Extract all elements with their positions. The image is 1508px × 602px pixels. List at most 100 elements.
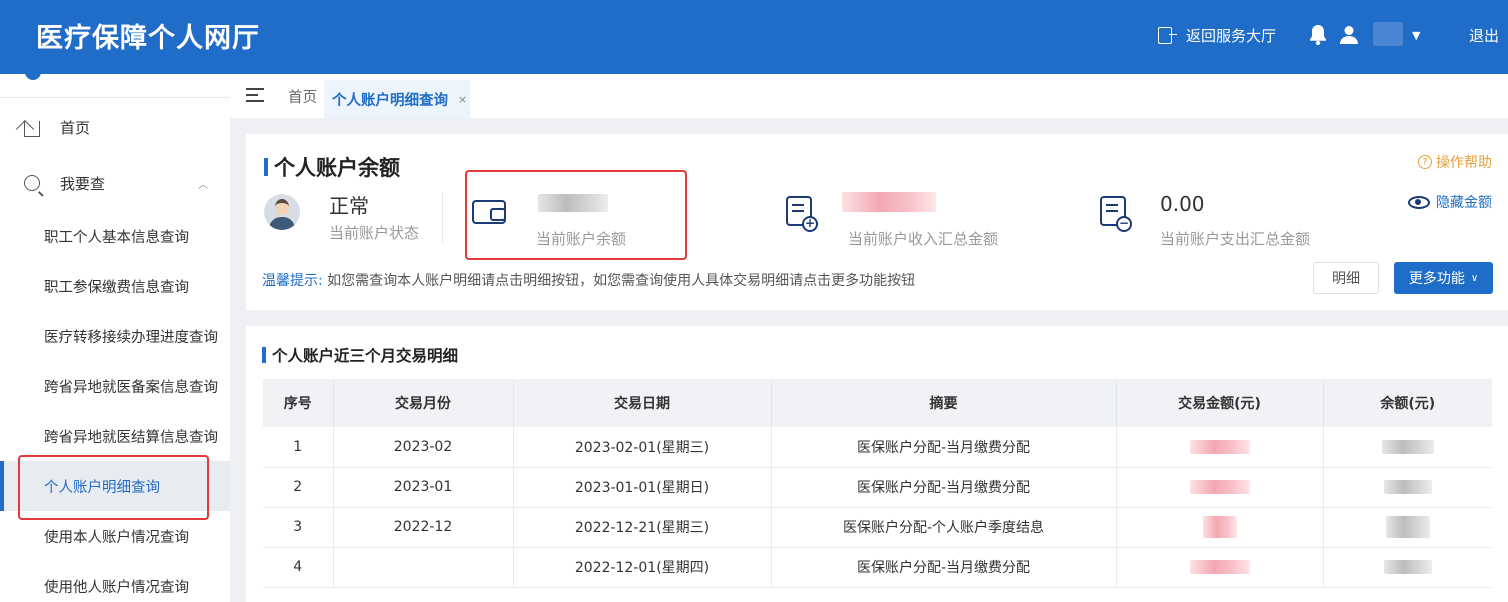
- cell-amount: [1116, 507, 1324, 548]
- more-functions-button[interactable]: 更多功能 ∨: [1394, 262, 1493, 294]
- cell-amount: [1116, 547, 1324, 588]
- cell-summary: 医保账户分配-当月缴费分配: [771, 547, 1117, 588]
- sidebar-item-remote-settlement[interactable]: 跨省异地就医结算信息查询: [0, 411, 230, 461]
- sidebar-item-transfer-progress[interactable]: 医疗转移接续办理进度查询: [0, 311, 230, 361]
- balance-section-title: 个人账户余额: [264, 152, 400, 182]
- column-header: 交易金额(元): [1116, 379, 1324, 427]
- sidebar-item-remote-filing[interactable]: 跨省异地就医备案信息查询: [0, 361, 230, 411]
- tab-bar: 首页 个人账户明细查询 ×: [230, 74, 1508, 118]
- cell-summary: 医保账户分配-当月缴费分配: [771, 467, 1117, 508]
- sidebar-item-home[interactable]: 首页: [0, 102, 230, 152]
- active-indicator: [0, 461, 4, 511]
- transactions-table: 序号 交易月份 交易日期 摘要 交易金额(元) 余额(元) 1 2023-02 …: [263, 379, 1492, 588]
- income-total-label: 当前账户收入汇总金额: [848, 230, 999, 248]
- column-header: 交易月份: [333, 379, 514, 427]
- cell-balance: [1323, 427, 1492, 468]
- cell-no: 1: [263, 427, 334, 468]
- exit-door-icon: [1158, 26, 1177, 44]
- table-row: 1 2023-02 2023-02-01(星期三) 医保账户分配-当月缴费分配: [263, 427, 1492, 468]
- cell-no: 4: [263, 547, 334, 588]
- transactions-card: 个人账户近三个月交易明细 序号 交易月份 交易日期 摘要 交易金额(元) 余额(…: [246, 326, 1508, 602]
- cell-date: 2023-01-01(星期日): [513, 467, 772, 508]
- sidebar-top-strip: [0, 74, 230, 98]
- back-to-hall-link[interactable]: 返回服务大厅: [1158, 0, 1276, 70]
- amount-blurred: [1189, 560, 1250, 574]
- expense-document-icon: −: [1100, 196, 1132, 232]
- cell-month: [333, 547, 514, 588]
- chevron-up-icon: ︿: [198, 179, 208, 191]
- column-header: 摘要: [771, 379, 1117, 427]
- sidebar-item-employee-payment-info[interactable]: 职工参保缴费信息查询: [0, 261, 230, 311]
- table-header-row: 序号 交易月份 交易日期 摘要 交易金额(元) 余额(元): [263, 379, 1492, 427]
- balance-blurred: [1381, 439, 1434, 454]
- user-menu-caret-icon[interactable]: ▼: [1412, 0, 1420, 70]
- search-icon: [24, 175, 40, 191]
- table-row: 3 2022-12 2022-12-21(星期三) 医保账户分配-个人账户季度结…: [263, 507, 1492, 548]
- top-header: 医疗保障个人网厅 返回服务大厅 ▼ 退出: [0, 0, 1508, 74]
- transactions-section-title: 个人账户近三个月交易明细: [262, 344, 458, 366]
- table-row: 2 2023-01 2023-01-01(星期日) 医保账户分配-当月缴费分配: [263, 467, 1492, 508]
- sidebar-group-query[interactable]: 我要查 ︿: [0, 158, 230, 208]
- question-icon: ?: [1418, 155, 1432, 169]
- column-header: 余额(元): [1323, 379, 1492, 427]
- column-header: 序号: [263, 379, 334, 427]
- tab-label: 个人账户明细查询: [332, 92, 448, 109]
- tip-label: 温馨提示:: [262, 273, 323, 289]
- income-document-icon: +: [786, 196, 818, 232]
- cell-date: 2023-02-01(星期三): [513, 427, 772, 468]
- menu-collapse-icon[interactable]: [246, 88, 264, 102]
- income-value-blurred: [842, 192, 936, 212]
- balance-blurred: [1383, 480, 1432, 494]
- bell-icon[interactable]: [1308, 0, 1328, 70]
- sidebar: 首页 我要查 ︿ 职工个人基本信息查询 职工参保缴费信息查询 医疗转移接续办理进…: [0, 74, 230, 602]
- expense-total-value: 0.00: [1160, 192, 1205, 216]
- balance-blurred: [1383, 560, 1432, 574]
- avatar: [264, 194, 300, 230]
- cell-no: 2: [263, 467, 334, 508]
- amount-blurred: [1202, 516, 1237, 538]
- tip-content: 如您需查询本人账户明细请点击明细按钮，如您需查询使用人具体交易明细请点击更多功能…: [327, 273, 916, 289]
- cell-balance: [1323, 467, 1492, 508]
- help-link[interactable]: ? 操作帮助: [1418, 152, 1492, 172]
- detail-button[interactable]: 明细: [1313, 262, 1379, 294]
- tab-home[interactable]: 首页: [288, 86, 317, 107]
- hide-amount-link[interactable]: 隐藏金额: [1408, 192, 1492, 212]
- sidebar-item-others-account-usage[interactable]: 使用他人账户情况查询: [0, 561, 230, 602]
- column-header: 交易日期: [513, 379, 772, 427]
- highlight-box-sidebar: [18, 455, 209, 520]
- cell-month: 2022-12: [333, 507, 514, 548]
- table-row: 4 2022-12-01(星期四) 医保账户分配-当月缴费分配: [263, 547, 1492, 588]
- eye-icon: [1408, 195, 1430, 209]
- username-blurred[interactable]: [1373, 22, 1403, 46]
- cell-date: 2022-12-01(星期四): [513, 547, 772, 588]
- cell-summary: 医保账户分配-当月缴费分配: [771, 427, 1117, 468]
- cell-amount: [1116, 467, 1324, 508]
- highlight-box-balance: [465, 170, 687, 260]
- cell-no: 3: [263, 507, 334, 548]
- account-status-label: 当前账户状态: [329, 224, 420, 242]
- minus-icon: −: [1116, 216, 1132, 232]
- tip-text: 温馨提示: 如您需查询本人账户明细请点击明细按钮，如您需查询使用人具体交易明细请…: [262, 270, 915, 290]
- cell-balance: [1323, 547, 1492, 588]
- cell-month: 2023-01: [333, 467, 514, 508]
- cell-summary: 医保账户分配-个人账户季度结息: [771, 507, 1117, 548]
- sidebar-item-employee-basic-info[interactable]: 职工个人基本信息查询: [0, 211, 230, 261]
- amount-blurred: [1189, 480, 1250, 494]
- tab-account-detail[interactable]: 个人账户明细查询 ×: [324, 80, 470, 118]
- sidebar-top-circle-icon: [25, 74, 41, 80]
- balance-blurred: [1385, 516, 1430, 538]
- user-icon[interactable]: [1339, 0, 1359, 70]
- sidebar-item-label: 首页: [60, 118, 91, 137]
- site-title: 医疗保障个人网厅: [36, 23, 260, 54]
- cell-date: 2022-12-21(星期三): [513, 507, 772, 548]
- cell-month: 2023-02: [333, 427, 514, 468]
- home-icon: [24, 121, 40, 137]
- amount-blurred: [1189, 439, 1250, 454]
- back-to-hall-label: 返回服务大厅: [1186, 26, 1277, 45]
- plus-icon: +: [802, 216, 818, 232]
- sidebar-group-label: 我要查: [60, 174, 106, 193]
- account-status-value: 正常: [329, 194, 369, 218]
- expense-total-label: 当前账户支出汇总金额: [1160, 230, 1311, 248]
- logout-link[interactable]: 退出: [1469, 0, 1499, 70]
- close-icon[interactable]: ×: [458, 93, 467, 106]
